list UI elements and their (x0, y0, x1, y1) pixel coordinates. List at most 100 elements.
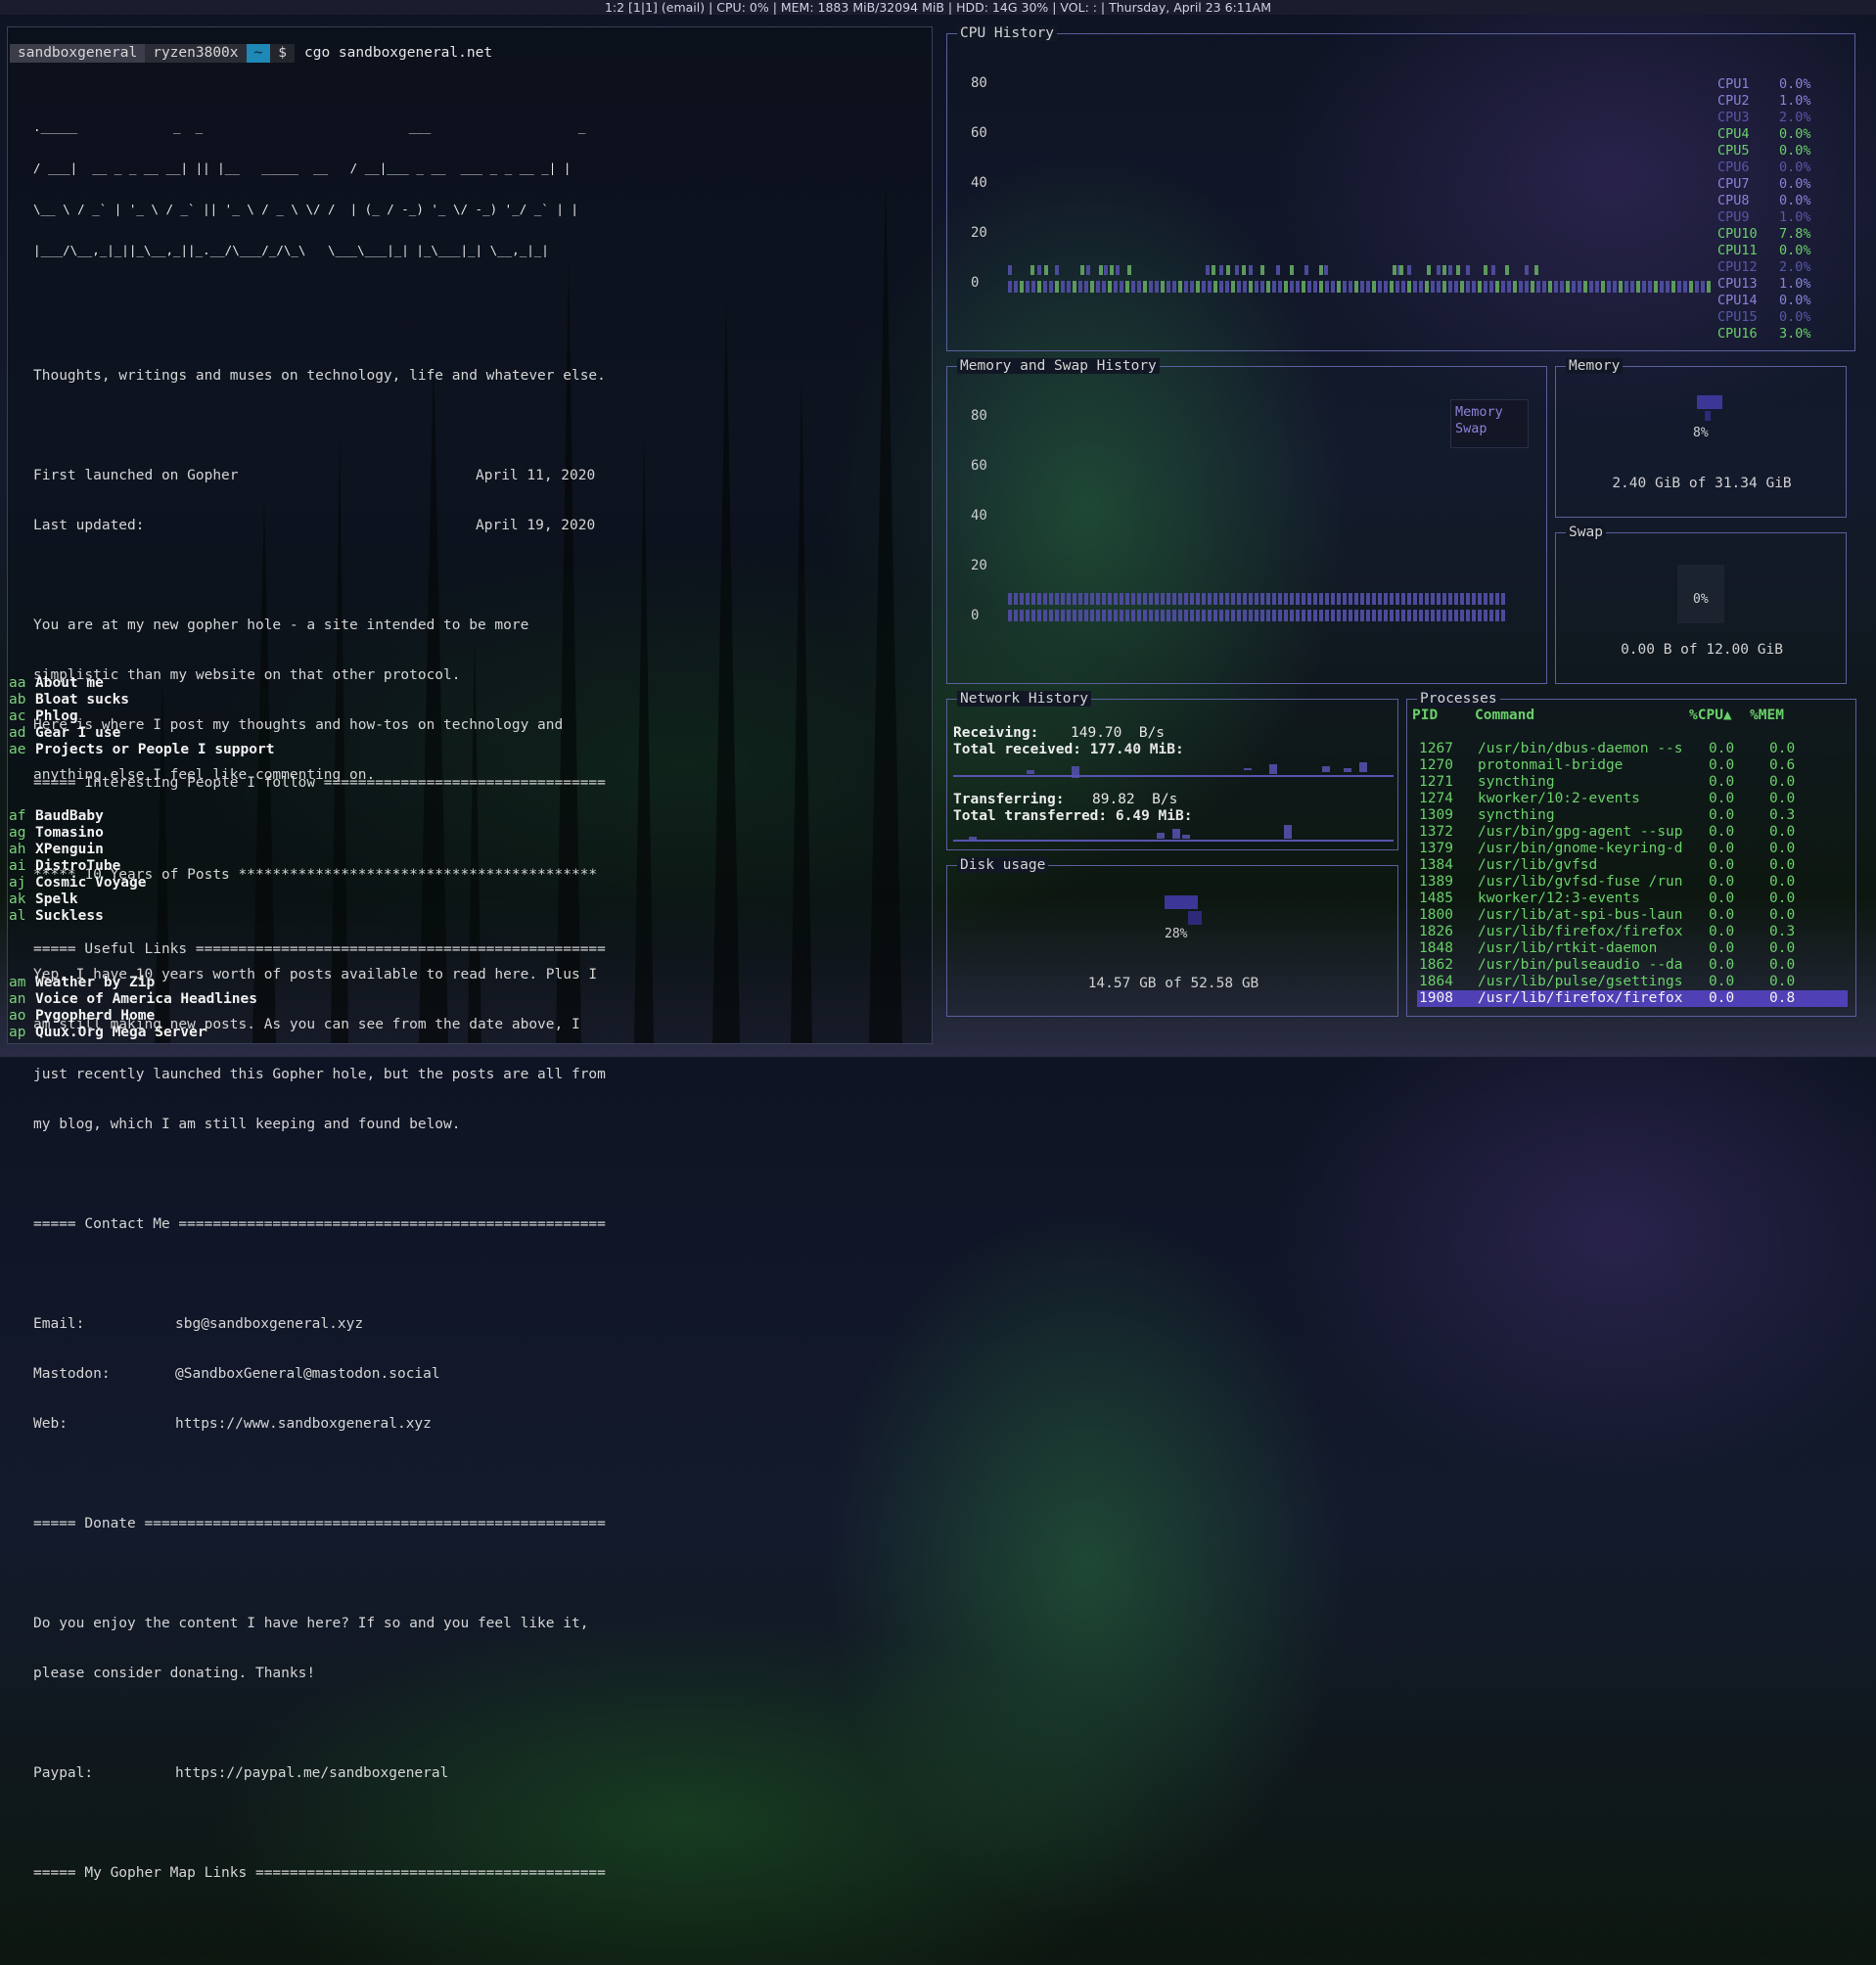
legend-memory: Memory (1455, 404, 1503, 420)
cpu-graph-cell (1536, 281, 1540, 293)
cpu-name: CPU16 (1717, 326, 1758, 342)
link-text[interactable]: Pygopherd Home (35, 1008, 155, 1024)
mem-graph-cell (1460, 593, 1464, 605)
process-cpu: 0.0 (1709, 990, 1735, 1006)
cpu-graph-cell (1442, 265, 1446, 275)
cpu-legend-item: CPU4 0.0% (1717, 126, 1811, 143)
link-text[interactable]: DistroTube (35, 858, 120, 874)
mem-graph-cell (1442, 593, 1446, 605)
launched-date: April 11, 2020 (476, 468, 596, 483)
link-key: am (9, 975, 26, 990)
mem-graph-cell (1237, 610, 1241, 621)
link-key: aj (9, 875, 26, 891)
mem-graph-cell (1313, 593, 1317, 605)
mem-graph-cell (1108, 610, 1112, 621)
gopher-link[interactable]: ac Phlog (8, 708, 693, 725)
col-pid[interactable]: PID (1412, 708, 1438, 723)
cpu-graph-cell (1325, 281, 1329, 293)
ascii-line: \__ \ / _` | '_ \ / _` || '_ \ / _ \ \/ … (33, 202, 578, 216)
link-text[interactable]: Cosmic Voyage (35, 875, 147, 891)
link-text[interactable]: Spelk (35, 891, 78, 907)
link-text[interactable]: Suckless (35, 908, 104, 924)
mem-graph-cell (1407, 593, 1411, 605)
mem-graph-cell (1284, 610, 1288, 621)
process-row[interactable]: 1908/usr/lib/firefox/firefox 0.0 0.8 (1417, 990, 1848, 1007)
contact-web: Web: https://www.sandboxgeneral.xyz (33, 1416, 679, 1433)
mem-graph-cell (1055, 593, 1059, 605)
gopher-link[interactable]: ai DistroTube (8, 858, 693, 875)
mem-graph-cell (1489, 610, 1493, 621)
gopher-link[interactable]: ad Gear I use (8, 725, 693, 742)
process-mem: 0.0 (1769, 974, 1796, 989)
cpu-graph-cell (1043, 281, 1047, 293)
link-text[interactable]: Weather by Zip (35, 975, 155, 990)
cpu-graph-cell (1184, 281, 1188, 293)
contact-mastodon: Mastodon: @SandboxGeneral@mastodon.social (33, 1366, 679, 1383)
mem-graph-cell (1208, 593, 1212, 605)
mem-graph-cell (1055, 610, 1059, 621)
cpu-graph-cell (1290, 265, 1294, 275)
gopher-link[interactable]: an Voice of America Headlines (8, 991, 693, 1008)
link-text[interactable]: About me (35, 675, 104, 691)
gopher-link[interactable]: ae Projects or People I support (8, 742, 693, 758)
link-text[interactable]: BaudBaby (35, 808, 104, 824)
col-cpu[interactable]: %CPU▲ (1689, 708, 1748, 723)
mem-graph-cell (1243, 610, 1247, 621)
link-text[interactable]: Phlog (35, 708, 78, 724)
process-cpu: 0.0 (1709, 774, 1735, 790)
link-text[interactable]: Voice of America Headlines (35, 991, 257, 1007)
link-text[interactable]: Bloat sucks (35, 692, 129, 708)
cpu-value: 0.0% (1779, 309, 1811, 325)
link-text[interactable]: Tomasino (35, 825, 104, 841)
mem-graph-cell (1014, 610, 1018, 621)
mem-graph-cell (1401, 610, 1405, 621)
gopher-link[interactable]: af BaudBaby (8, 808, 693, 825)
cpu-graph-cell (1260, 281, 1264, 293)
cpu-graph-cell (1237, 281, 1241, 293)
gopher-map-links: aa About me ab Bloat sucks ac Phlog ad Gear … (8, 675, 693, 1041)
contact-label: Mastodon: (33, 1366, 111, 1382)
link-text[interactable]: Quux.Org Mega Server (35, 1025, 206, 1040)
cpu-name: CPU7 (1717, 176, 1750, 192)
mem-graph-cell (1125, 610, 1129, 621)
tagline: Thoughts, writings and muses on technolo… (33, 368, 606, 384)
gopher-link[interactable]: am Weather by Zip (8, 975, 693, 991)
cpu-name: CPU1 (1717, 76, 1750, 92)
cpu-graph-cell (1489, 281, 1493, 293)
link-text[interactable]: XPenguin (35, 842, 104, 857)
cpu-graph-cell (1044, 265, 1048, 275)
gopher-link[interactable]: aa About me (8, 675, 693, 692)
gopher-link[interactable]: ab Bloat sucks (8, 692, 693, 708)
gopher-link[interactable]: ao Pygopherd Home (8, 1008, 693, 1025)
cpu-name: CPU6 (1717, 160, 1750, 175)
gopher-link[interactable]: aj Cosmic Voyage (8, 875, 693, 891)
link-text[interactable]: Projects or People I support (35, 742, 274, 757)
panel-title: Memory (1566, 358, 1624, 374)
cpu-graph-cell (1583, 281, 1587, 293)
gopher-link[interactable]: ah XPenguin (8, 842, 693, 858)
gopher-link[interactable]: al Suckless (8, 908, 693, 925)
mem-graph-cell (1378, 593, 1382, 605)
cpu-graph-cell (1566, 281, 1570, 293)
col-command[interactable]: Command (1475, 708, 1534, 723)
gopher-link[interactable]: ag Tomasino (8, 825, 693, 842)
terminal-pane[interactable]: sandboxgeneral ryzen3800x ~ $ cgo sandbo… (7, 26, 933, 1881)
cpu-graph-cell (1243, 281, 1247, 293)
cpu-graph-cell (1190, 281, 1194, 293)
mem-graph-cell (1466, 593, 1470, 605)
cpu-legend-item: CPU10 7.8% (1717, 226, 1811, 243)
col-mem[interactable]: %MEM (1750, 708, 1799, 723)
mem-graph-cell (1184, 610, 1188, 621)
contact-heading: ===== Contact Me =======================… (33, 1216, 606, 1232)
cpu-legend-item: CPU2 1.0% (1717, 93, 1811, 110)
link-text[interactable]: Gear I use (35, 725, 120, 741)
cpu-graph-cell (1319, 265, 1323, 275)
gopher-link[interactable]: ap Quux.Org Mega Server (8, 1025, 693, 1041)
cpu-legend-item: CPU5 0.0% (1717, 143, 1811, 160)
cpu-value: 0.0% (1779, 193, 1811, 208)
gopher-link[interactable]: ak Spelk (8, 891, 693, 908)
prompt-command[interactable]: cgo sandboxgeneral.net (304, 45, 492, 61)
cpu-graph-cell (1689, 281, 1693, 293)
cpu-graph-cell (1313, 281, 1317, 293)
mem-graph-cell (1343, 610, 1347, 621)
